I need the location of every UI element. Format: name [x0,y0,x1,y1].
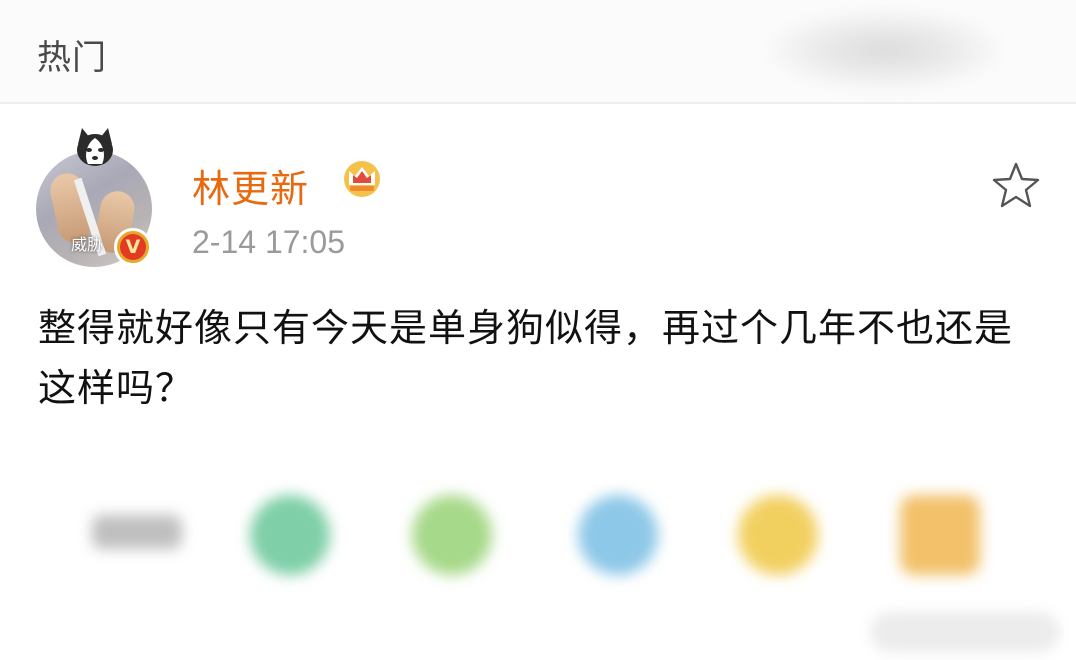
post-timestamp: 2-14 17:05 [192,224,346,260]
share-label [92,515,182,549]
more-icon[interactable] [900,495,980,575]
star-icon[interactable] [990,160,1042,212]
moments-icon[interactable] [412,495,492,575]
favorites-icon[interactable] [738,495,818,575]
husky-pendant-icon [77,128,113,166]
blurred-footer-region [870,612,1060,652]
share-bar [0,485,1076,595]
page-title: 热门 [37,38,107,78]
qq-icon[interactable] [578,495,658,575]
top-header: 热门 [0,0,1076,104]
username[interactable]: 林更新 [192,158,309,213]
avatar-pendant-label: 威胁 [71,235,104,254]
wechat-icon[interactable] [250,495,330,575]
crown-icon [344,161,380,197]
verified-badge-icon: V [114,228,152,266]
blurred-header-region [770,10,1000,90]
post-text: 整得就好像只有今天是单身狗似得，再过个几年不也还是这样吗？ [38,306,1014,410]
